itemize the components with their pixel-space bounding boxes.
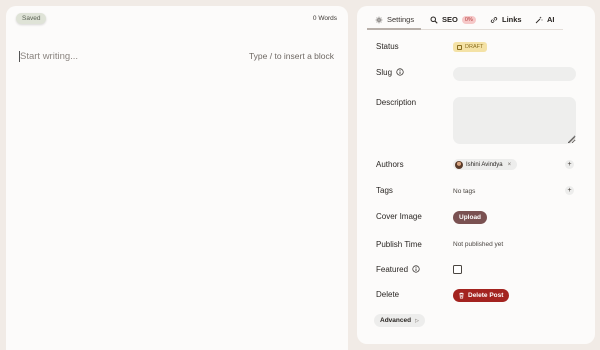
magic-wand-icon [535, 16, 543, 23]
gear-icon [375, 16, 383, 23]
seo-score-badge: 0% [461, 15, 476, 24]
featured-label-text: Featured [376, 265, 409, 274]
tab-settings[interactable]: Settings [375, 9, 414, 30]
save-status-badge: Saved [16, 13, 47, 24]
resize-grip-icon[interactable] [569, 137, 575, 143]
draft-icon [457, 44, 462, 50]
upload-button[interactable]: Upload [453, 211, 488, 224]
slug-input[interactable] [453, 67, 576, 81]
tags-value: No tags [453, 188, 476, 195]
search-icon [430, 16, 438, 24]
status-badge[interactable]: DRAFT [453, 42, 488, 52]
link-icon [490, 16, 498, 23]
tab-settings-label: Settings [387, 15, 415, 24]
delete-post-label: Delete Post [468, 292, 504, 299]
editor-panel[interactable]: Saved 0 Words Start writing... Type / to… [6, 6, 348, 350]
active-tab-indicator [367, 28, 421, 30]
publish-time-value: Not published yet [453, 241, 504, 248]
status-label: Status [376, 42, 399, 51]
publish-time-label: Publish Time [376, 240, 422, 249]
authors-label: Authors [376, 160, 404, 169]
description-textarea[interactable] [453, 97, 576, 144]
tab-ai-label: AI [547, 15, 555, 24]
editor-placeholder[interactable]: Start writing... [20, 51, 78, 62]
tab-links-label: Links [502, 15, 522, 24]
avatar [455, 160, 463, 169]
settings-panel: Settings SEO 0% Links AI Status DRAFT Sl… [357, 6, 595, 344]
add-author-button[interactable]: + [565, 160, 574, 169]
tab-seo-label: SEO [442, 15, 458, 24]
panel-tabs: Settings SEO 0% Links AI [367, 9, 563, 31]
tab-links[interactable]: Links [490, 9, 522, 30]
block-insert-hint: Type / to insert a block [248, 51, 334, 61]
chevron-right-icon: ▷ [415, 317, 419, 324]
info-icon[interactable] [396, 68, 404, 76]
tab-seo[interactable]: SEO 0% [430, 9, 476, 30]
remove-author-icon[interactable]: × [508, 162, 512, 168]
trash-icon [459, 292, 464, 299]
featured-label: Featured [376, 265, 420, 274]
word-count: 0 Words [312, 15, 337, 22]
delete-post-button[interactable]: Delete Post [453, 289, 510, 302]
status-value: DRAFT [465, 44, 484, 50]
author-chip[interactable]: Ishini Avindya × [453, 159, 518, 170]
tab-ai[interactable]: AI [535, 9, 555, 30]
advanced-button[interactable]: Advanced ▷ [374, 314, 425, 327]
author-name: Ishini Avindya [466, 161, 503, 168]
info-icon[interactable] [412, 265, 420, 273]
cover-image-label: Cover Image [376, 212, 422, 221]
add-tag-button[interactable]: + [565, 186, 574, 195]
delete-label: Delete [376, 290, 400, 299]
advanced-label: Advanced [380, 317, 412, 324]
slug-label: Slug [376, 68, 404, 77]
tags-label: Tags [376, 186, 393, 195]
featured-checkbox[interactable] [453, 265, 462, 274]
slug-label-text: Slug [376, 68, 393, 77]
description-label: Description [376, 98, 417, 107]
